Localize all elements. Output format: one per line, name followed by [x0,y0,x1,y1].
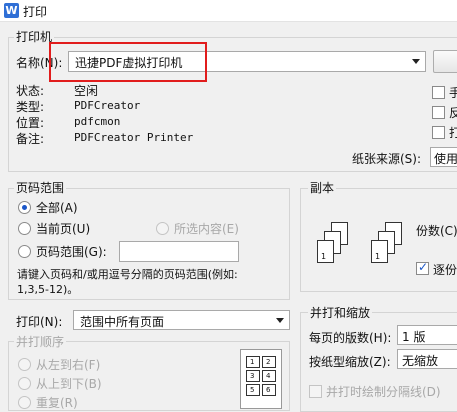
collate-label: 逐份 [433,263,457,277]
print-what-select[interactable]: 范围中所有页面 [73,310,290,330]
zoom-group-label: 并打和缩放 [308,304,373,321]
collate-page: 1 [371,240,388,263]
paper-source-select[interactable]: 使用 [430,147,457,167]
print-what-value: 范围中所有页面 [80,315,165,329]
page-range-group-label: 页码范围 [14,179,67,196]
left-to-right-radio[interactable] [18,358,31,371]
print-to-file-checkbox[interactable] [432,126,445,139]
order-cell: 4 [262,370,276,382]
paper-source-value: 使用 [434,152,457,166]
copies-group-label: 副本 [308,179,337,196]
scale-select[interactable]: 无缩放 [397,349,457,369]
type-label: 类型: [16,100,45,114]
page-range-input[interactable] [119,241,239,262]
comment-value: PDFCreator Printer [74,131,194,144]
printer-group-label: 打印机 [14,28,55,45]
draw-border-label: 并打时绘制分隔线(D) [326,385,441,399]
order-cell: 6 [262,384,276,396]
repeat-label: 重复(R) [36,396,78,410]
status-value: 空闲 [74,84,99,98]
page-range-hint-line1: 请键入页码和/或用逗号分隔的页码范围(例如: [17,268,238,281]
type-value: PDFCreator [74,99,141,112]
top-to-bottom-radio[interactable] [18,377,31,390]
location-label: 位置: [16,116,45,130]
scale-label: 按纸型缩放(Z): [309,355,391,369]
page-range-hint-line2: 1,3,5-12)。 [17,283,79,296]
pages-per-sheet-select[interactable]: 1 版 [397,325,457,345]
selection-label: 所选内容(E) [174,222,239,236]
current-page-radio[interactable] [18,222,31,235]
order-cell: 2 [262,356,276,368]
order-cell: 3 [246,370,260,382]
order-cell: 1 [246,356,260,368]
chevron-down-icon [276,318,284,323]
print-order-group-label: 并打顺序 [14,333,67,350]
printer-name-highlight-box [49,42,207,82]
page-range-label: 页码范围(G): [36,245,107,259]
left-to-right-label: 从左到右(F) [36,358,101,372]
order-preview: 1 2 3 4 5 6 [240,349,282,409]
collate-illustration: 3 2 1 3 2 1 [313,222,405,272]
all-pages-radio[interactable] [18,201,31,214]
collate-page: 1 [317,240,334,263]
pages-per-sheet-label: 每页的版数(H): [309,331,392,345]
pages-per-sheet-value: 1 版 [402,330,426,344]
title-bar: W 打印 [0,0,457,22]
manual-duplex-label: 手 [449,86,457,100]
scale-value: 无缩放 [402,354,439,368]
reverse-print-label: 反 [449,106,457,120]
location-value: pdfcmon [74,115,121,128]
repeat-radio[interactable] [18,396,31,409]
page-range-radio[interactable] [18,245,31,258]
reverse-print-checkbox[interactable] [432,106,445,119]
copies-count-label: 份数(C) [416,224,457,238]
chevron-down-icon [412,59,420,64]
manual-duplex-checkbox[interactable] [432,86,445,99]
paper-source-label: 纸张来源(S): [352,152,422,166]
draw-border-checkbox[interactable] [309,385,322,398]
window-title: 打印 [23,5,48,19]
comment-label: 备注: [16,132,45,146]
top-to-bottom-label: 从上到下(B) [36,377,102,391]
properties-button[interactable] [433,50,457,73]
print-what-label: 打印(N): [16,315,63,329]
print-to-file-label: 打 [449,126,457,140]
status-label: 状态: [16,84,45,98]
selection-radio[interactable] [156,222,169,235]
collate-checkbox[interactable] [416,260,429,275]
all-pages-label: 全部(A) [36,201,78,215]
order-cell: 5 [246,384,260,396]
wps-logo-icon: W [4,3,19,18]
current-page-label: 当前页(U) [36,222,91,236]
